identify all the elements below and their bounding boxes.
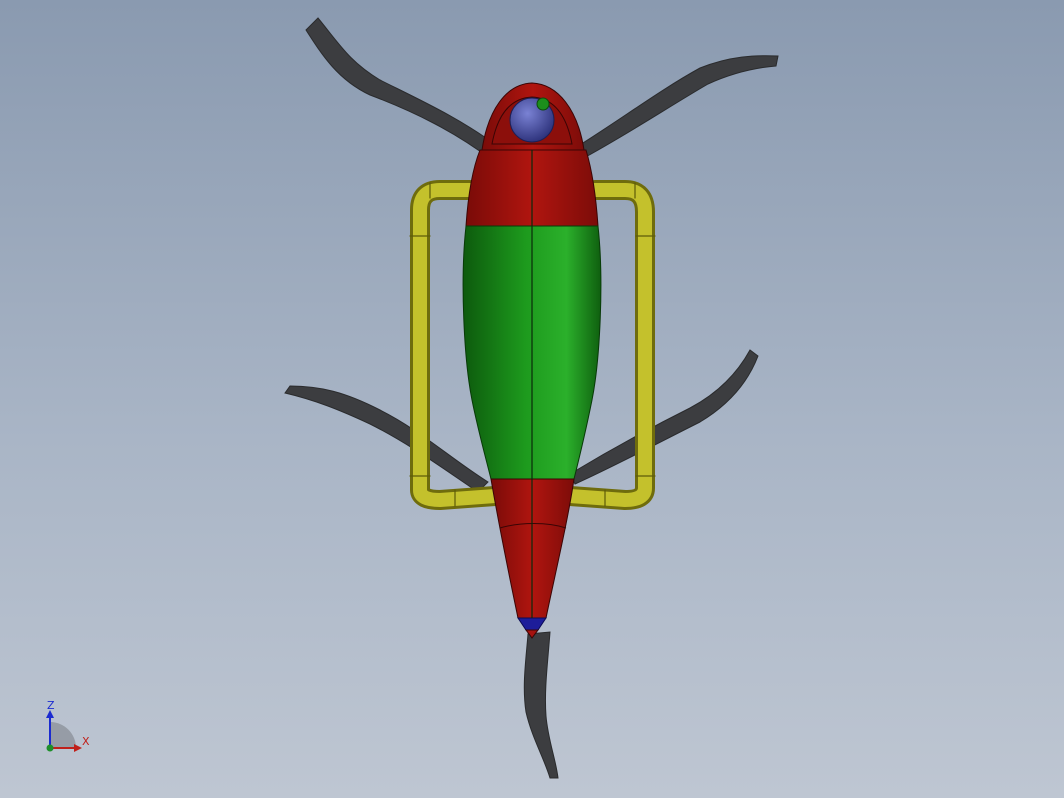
leg-rear-left (284, 385, 489, 493)
x-axis-label: X (82, 735, 90, 748)
leg-tail (523, 631, 559, 779)
z-axis-label: Z (47, 699, 55, 712)
status-light-icon (536, 97, 550, 111)
leg-front-left (305, 17, 501, 161)
leg-rear-right (569, 349, 759, 485)
tail-tip (517, 617, 547, 631)
cad-viewport[interactable]: Z X (0, 0, 1064, 798)
robot-head[interactable] (481, 82, 585, 151)
leg-front-right (574, 55, 779, 161)
robot-model-view[interactable] (0, 0, 1064, 798)
axis-triad: Z X (40, 696, 100, 756)
